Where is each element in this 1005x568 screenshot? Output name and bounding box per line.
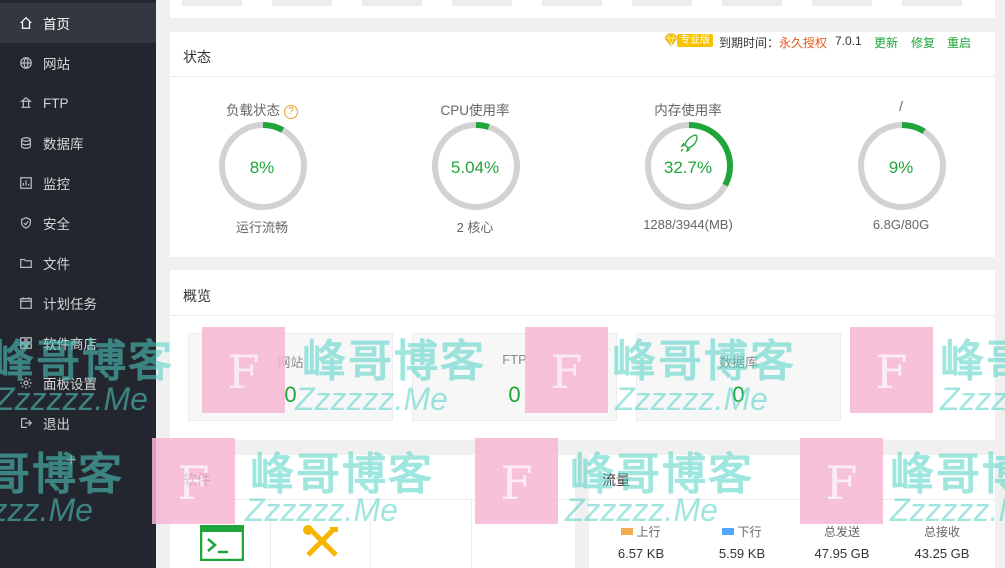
overview-card-label: FTP	[502, 352, 527, 367]
shield-icon	[18, 215, 34, 231]
traffic-value: 43.25 GB	[914, 546, 970, 561]
top-strip-cropped-text	[182, 0, 983, 6]
gauge-sub: 1288/3944(MB)	[643, 217, 733, 232]
software-panel: 软件	[170, 455, 575, 568]
sidebar-item-label: 面板设置	[43, 377, 97, 392]
sidebar-item-label: 文件	[43, 257, 70, 272]
overview-card-value: 0	[732, 382, 745, 407]
gauge-value: 5.04%	[450, 158, 500, 177]
divider	[589, 499, 995, 500]
calendar-icon	[18, 295, 34, 311]
gauge-sub: 6.8G/80G	[872, 217, 930, 232]
sidebar-item-logout[interactable]: 退出	[0, 403, 156, 443]
sidebar-item-home[interactable]: 首页	[0, 3, 156, 43]
gauge-title: /	[899, 99, 903, 114]
memory-gauge[interactable]: 内存使用率 32.7% 1288/3944(MB)	[598, 32, 778, 257]
help-icon[interactable]: ?	[284, 104, 298, 119]
upload-legend-swatch	[621, 528, 634, 535]
sidebar-item-label: 监控	[43, 177, 70, 192]
gauge-title: 负载状态?	[172, 99, 352, 119]
logout-icon	[18, 415, 34, 431]
sidebar-item-label: 软件商店	[43, 337, 97, 352]
traffic-label-text: 下行	[737, 525, 762, 539]
overview-card-value: 0	[284, 382, 297, 407]
sidebar-item-label: 首页	[43, 17, 70, 32]
traffic-label-text: 上行	[636, 525, 661, 539]
traffic-title: 流量	[602, 472, 630, 488]
software-tile-terminal[interactable]	[171, 500, 271, 568]
gauge-value: 9%	[888, 158, 914, 177]
divider	[170, 315, 995, 316]
sidebar-item-security[interactable]: 安全	[0, 203, 156, 243]
traffic-value: 6.57 KB	[617, 546, 665, 561]
status-panel: 状态 专业版 到期时间： 永久授权 7.0.1 更新 修复 重启 负载状态? 8…	[170, 32, 995, 257]
traffic-total-received: 总接收 43.25 GB	[892, 523, 992, 561]
gauge-title: 内存使用率	[654, 103, 722, 118]
sidebar-item-label: 退出	[43, 417, 70, 432]
traffic-value: 47.95 GB	[814, 546, 870, 561]
sidebar-item-monitor[interactable]: 监控	[0, 163, 156, 203]
traffic-label: 总接收	[923, 525, 960, 539]
sidebar-item-label: 安全	[43, 217, 70, 232]
sidebar-item-label: 数据库	[43, 137, 84, 152]
sidebar-item-label: 网站	[43, 57, 70, 72]
gauge-sub: 运行流畅	[235, 220, 288, 235]
overview-card-database[interactable]: 数据库 0	[636, 333, 841, 421]
home-icon	[18, 15, 34, 31]
gauge-sub: 2 核心	[456, 220, 494, 235]
cpu-gauge[interactable]: CPU使用率 5.04% 2 核心	[385, 32, 565, 257]
grid-icon	[18, 335, 34, 351]
sidebar-item-label: FTP	[43, 95, 69, 111]
terminal-icon	[200, 525, 244, 561]
traffic-label: 上行	[591, 523, 691, 540]
traffic-panel: 流量 上行 6.57 KB 下行 5.59 KB 总发送 47.95 GB 总接…	[589, 455, 995, 568]
gauge-value: 8%	[249, 158, 275, 177]
ftp-icon	[18, 95, 34, 111]
gear-icon	[18, 375, 34, 391]
sidebar-item-website[interactable]: 网站	[0, 43, 156, 83]
traffic-label: 总发送	[823, 525, 860, 539]
folder-icon	[18, 255, 34, 271]
sidebar-item-label: 计划任务	[43, 297, 97, 312]
overview-card-value: 0	[508, 382, 521, 407]
tools-icon	[303, 525, 338, 557]
traffic-upload: 上行 6.57 KB	[591, 523, 691, 561]
overview-card-ftp[interactable]: FTP 0	[412, 333, 617, 421]
gauge-title-text: 负载状态	[226, 103, 280, 118]
software-tile-empty[interactable]	[372, 500, 472, 568]
overview-card-website[interactable]: 网站 0	[188, 333, 393, 421]
sidebar-item-cron[interactable]: 计划任务	[0, 283, 156, 323]
load-gauge[interactable]: 负载状态? 8% 运行流畅	[172, 32, 352, 257]
gauge-value: 32.7%	[663, 158, 713, 177]
software-title: 软件	[183, 472, 211, 488]
traffic-value: 5.59 KB	[718, 546, 766, 561]
rocket-icon[interactable]	[680, 134, 698, 153]
sidebar-item-store[interactable]: 软件商店	[0, 323, 156, 363]
traffic-label: 下行	[692, 523, 792, 540]
traffic-download: 下行 5.59 KB	[692, 523, 792, 561]
disk-gauge[interactable]: / 9% 6.8G/80G	[811, 32, 991, 257]
sidebar-item-ftp[interactable]: FTP	[0, 83, 156, 123]
overview-card-label: 数据库	[718, 355, 758, 370]
download-legend-swatch	[722, 528, 735, 535]
overview-card-label: 网站	[277, 355, 304, 370]
sidebar-item-database[interactable]: 数据库	[0, 123, 156, 163]
software-tile-tools[interactable]	[271, 500, 371, 568]
overview-panel: 概览 网站 0 FTP 0 数据库 0	[170, 270, 995, 440]
add-icon[interactable]: +	[66, 450, 77, 471]
globe-icon	[18, 55, 34, 71]
overview-title: 概览	[183, 288, 211, 304]
sidebar: 首页 网站 FTP 数据库 监控 安全 文件 计划任务 软件商店 面板设置 退出…	[0, 0, 156, 568]
sidebar-item-files[interactable]: 文件	[0, 243, 156, 283]
monitor-icon	[18, 175, 34, 191]
traffic-total-sent: 总发送 47.95 GB	[792, 523, 892, 561]
sidebar-item-settings[interactable]: 面板设置	[0, 363, 156, 403]
top-info-strip	[170, 0, 995, 18]
database-icon	[18, 135, 34, 151]
gauge-title: CPU使用率	[440, 103, 510, 118]
